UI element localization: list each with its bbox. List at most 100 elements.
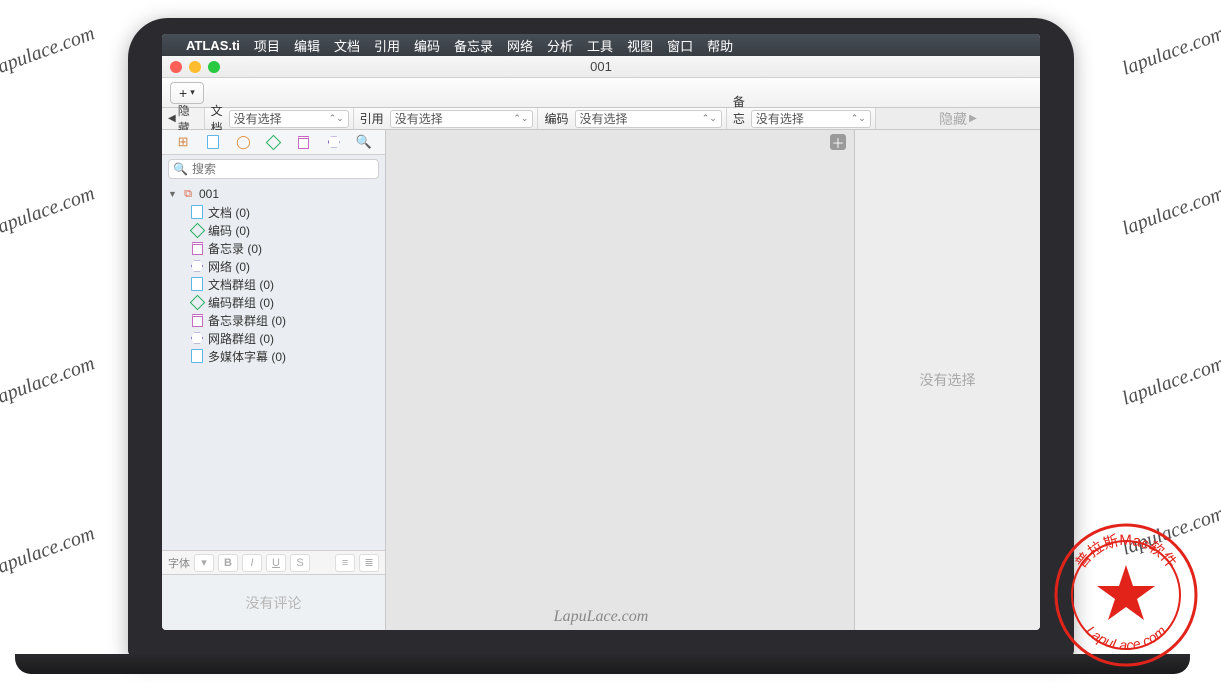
tree-item-icon (190, 313, 204, 327)
footer-watermark: LapuLace.com (162, 608, 1040, 626)
tree-item[interactable]: 编码 (0) (168, 221, 385, 239)
underline-button[interactable]: U (266, 554, 286, 572)
code-filter-icon[interactable] (264, 133, 282, 151)
menu-item[interactable]: 项目 (254, 36, 280, 55)
font-select[interactable]: ▾ (194, 554, 214, 572)
body: ⊞ ◯ 🔍 🔍 ▼ ⧉ 001 (162, 130, 1040, 630)
selector-value: 没有选择 (395, 110, 443, 127)
watermark: lapulace.com (0, 522, 98, 580)
memo-filter-icon[interactable] (295, 133, 313, 151)
selector-codes[interactable]: 编码 没有选择⌃⌄ (538, 108, 726, 129)
tree-item[interactable]: 多媒体字幕 (0) (168, 347, 385, 365)
svg-text:LapuLace.com: LapuLace.com (1083, 622, 1169, 653)
laptop-base (15, 654, 1190, 674)
add-tab-button[interactable]: ＋ (830, 134, 846, 150)
right-panel: 没有选择 (854, 130, 1040, 630)
close-icon[interactable] (170, 61, 182, 73)
watermark: lapulace.com (1119, 182, 1221, 240)
align-button[interactable]: ≣ (359, 554, 379, 572)
menu-item[interactable]: 文档 (334, 36, 360, 55)
tree-item-label: 编码 (0) (208, 222, 250, 239)
italic-button[interactable]: I (242, 554, 262, 572)
strike-button[interactable]: S (290, 554, 310, 572)
tree-icon[interactable]: ⊞ (174, 133, 192, 151)
menu-item[interactable]: 备忘录 (454, 36, 493, 55)
tree-item-label: 备忘录群组 (0) (208, 312, 286, 329)
project-icon: ⧉ (181, 187, 195, 201)
watermark: lapulace.com (1119, 352, 1221, 410)
sidebar-filter-row: ⊞ ◯ 🔍 (162, 130, 385, 155)
watermark: lapulace.com (0, 182, 98, 240)
window-title: 001 (590, 59, 612, 74)
add-button[interactable]: + ▾ (170, 82, 204, 104)
tree-item-label: 文档 (0) (208, 204, 250, 221)
disclosure-icon[interactable]: ▼ (168, 189, 177, 199)
menu-item[interactable]: 工具 (587, 36, 613, 55)
watermark: lapulace.com (0, 22, 98, 80)
selector-quotes[interactable]: 引用 没有选择 ⌃⌄ (354, 108, 539, 129)
selector-value: 没有选择 (234, 110, 282, 127)
menu-item[interactable]: 编辑 (294, 36, 320, 55)
tree-item-icon (190, 277, 204, 291)
svg-text:普拉斯Mac软件: 普拉斯Mac软件 (1072, 532, 1179, 572)
tree-item-label: 编码群组 (0) (208, 294, 274, 311)
chevron-updown-icon: ⌃⌄ (702, 113, 717, 124)
tree-item[interactable]: 网络 (0) (168, 257, 385, 275)
tree-item[interactable]: 网路群组 (0) (168, 329, 385, 347)
watermark: lapulace.com (1119, 22, 1221, 80)
search-input[interactable] (192, 162, 374, 176)
tree-item[interactable]: 文档 (0) (168, 203, 385, 221)
chevron-left-icon: ◀ (168, 113, 176, 124)
tree-item-icon (190, 259, 204, 273)
mac-menubar: ATLAS.ti 项目 编辑 文档 引用 编码 备忘录 网络 分析 工具 视图 … (162, 34, 1040, 56)
hide-left-button[interactable]: ◀ 隐藏 (162, 108, 205, 129)
menu-item[interactable]: 网络 (507, 36, 533, 55)
chevron-right-icon: ▶ (969, 113, 977, 124)
tree-item-icon (190, 295, 204, 309)
tree-item[interactable]: 编码群组 (0) (168, 293, 385, 311)
tree-root[interactable]: ▼ ⧉ 001 (168, 185, 385, 203)
search-icon[interactable]: 🔍 (355, 133, 373, 151)
laptop-frame: ATLAS.ti 项目 编辑 文档 引用 编码 备忘录 网络 分析 工具 视图 … (128, 18, 1074, 658)
menu-item[interactable]: 分析 (547, 36, 573, 55)
menu-item[interactable]: 编码 (414, 36, 440, 55)
tree-item-icon (190, 241, 204, 255)
quote-filter-icon[interactable]: ◯ (234, 133, 252, 151)
selector-docs[interactable]: 文档 没有选择⌃⌄ (205, 108, 354, 129)
right-empty-label: 没有选择 (920, 370, 976, 390)
center-panel: ＋ (386, 130, 854, 630)
selector-bar: ◀ 隐藏 文档 没有选择⌃⌄ 引用 没有选择⌃⌄ 编码 没有选择⌃⌄ 备忘录 没… (162, 108, 1040, 130)
chevron-updown-icon: ⌃⌄ (513, 113, 528, 124)
tree-item[interactable]: 备忘录 (0) (168, 239, 385, 257)
doc-filter-icon[interactable] (204, 133, 222, 151)
menu-item[interactable]: 帮助 (707, 36, 733, 55)
list-button[interactable]: ≡ (335, 554, 355, 572)
menu-item[interactable]: 视图 (627, 36, 653, 55)
selector-memos[interactable]: 备忘录 没有选择⌃⌄ (727, 108, 875, 129)
tree-item[interactable]: 备忘录群组 (0) (168, 311, 385, 329)
search-input-wrap[interactable]: 🔍 (168, 159, 379, 179)
selector-value: 没有选择 (756, 110, 804, 127)
sidebar: ⊞ ◯ 🔍 🔍 ▼ ⧉ 001 (162, 130, 386, 630)
selector-value: 没有选择 (580, 110, 628, 127)
network-filter-icon[interactable] (325, 133, 343, 151)
selector-label: 引用 (354, 110, 390, 127)
minimize-icon[interactable] (189, 61, 201, 73)
search-icon: 🔍 (173, 162, 188, 176)
menu-item[interactable]: 引用 (374, 36, 400, 55)
toolbar: + ▾ (162, 78, 1040, 108)
app-name[interactable]: ATLAS.ti (186, 38, 240, 53)
tree-item-icon (190, 223, 204, 237)
bold-button[interactable]: B (218, 554, 238, 572)
screen: ATLAS.ti 项目 编辑 文档 引用 编码 备忘录 网络 分析 工具 视图 … (162, 34, 1040, 630)
font-toolbar: 字体 ▾ B I U S ≡ ≣ (162, 550, 385, 574)
hide-right-button[interactable]: 隐藏 ▶ (875, 108, 1040, 129)
window-titlebar: 001 (162, 56, 1040, 78)
zoom-icon[interactable] (208, 61, 220, 73)
tree-item-icon (190, 331, 204, 345)
tree-item[interactable]: 文档群组 (0) (168, 275, 385, 293)
tree-item-icon (190, 349, 204, 363)
menu-item[interactable]: 窗口 (667, 36, 693, 55)
tree-root-label: 001 (199, 187, 219, 201)
tree-item-label: 网路群组 (0) (208, 330, 274, 347)
